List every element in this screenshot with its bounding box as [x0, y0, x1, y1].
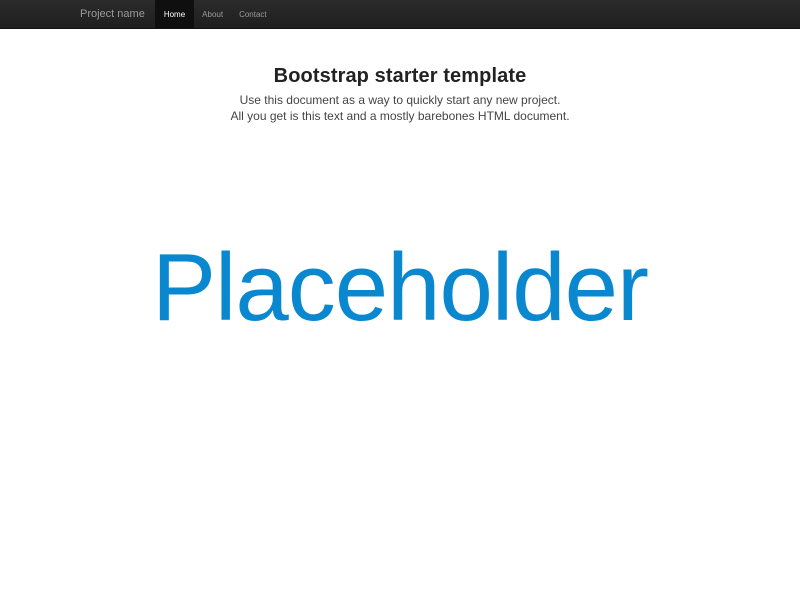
nav-menu: Home About Contact — [154, 0, 275, 28]
navbar-container: Project name Home About Contact — [70, 0, 275, 28]
page-title: Bootstrap starter template — [273, 65, 527, 87]
lead-text-line1: Use this document as a way to quickly st… — [239, 93, 561, 107]
lead-text-line2: All you get is this text and a mostly ba… — [230, 109, 570, 123]
brand-link[interactable]: Project name — [70, 0, 155, 28]
placeholder-text: Placeholder — [152, 234, 649, 341]
nav-item-home[interactable]: Home — [154, 0, 195, 28]
top-navbar: Project name Home About Contact — [0, 0, 800, 29]
nav-item-contact[interactable]: Contact — [231, 0, 275, 28]
hero-section: Bootstrap starter template Use this docu… — [0, 29, 800, 124]
nav-item-about[interactable]: About — [194, 0, 231, 28]
